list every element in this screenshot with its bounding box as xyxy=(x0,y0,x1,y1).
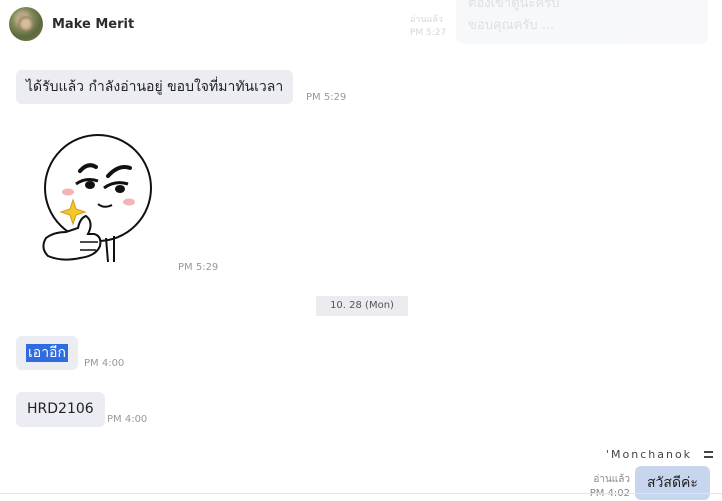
ghost-time: PM 5:27 xyxy=(410,28,447,38)
message-bubble[interactable]: ได้รับแล้ว กำลังอ่านอยู่ ขอบใจที่มาทันเว… xyxy=(16,70,294,104)
read-label: อ่านแล้ว xyxy=(593,474,630,485)
ghost-line-1: ต้องเข้าดูนะครับ xyxy=(468,0,560,11)
contact-name[interactable]: Make Merit xyxy=(52,17,134,32)
thumbs-up-sticker[interactable] xyxy=(36,134,160,266)
outgoing-message-bubble[interactable]: สวัสดีค่ะ xyxy=(635,466,710,500)
ghost-line-2: ขอบคุณครับ ... xyxy=(468,18,555,33)
message-bubble[interactable]: เอาอีก xyxy=(16,336,78,370)
divider xyxy=(0,493,722,494)
outgoing-time: PM 4:02 xyxy=(588,487,630,501)
date-separator: 10. 28 (Mon) xyxy=(316,296,408,316)
message-time: PM 5:29 xyxy=(306,92,347,103)
contact-avatar[interactable] xyxy=(9,7,43,41)
ghost-read-label: อ่านแล้ว xyxy=(410,15,443,25)
message-time: PM 5:29 xyxy=(178,262,219,273)
faded-outgoing-bubble: ต้องเข้าดูนะครับ ขอบคุณครับ ... xyxy=(456,0,708,44)
menu-icon[interactable] xyxy=(704,451,713,460)
message-bubble[interactable]: HRD2106 xyxy=(16,392,105,427)
ghost-message-meta: อ่านแล้ว PM 5:27 xyxy=(410,14,446,40)
selected-text[interactable]: เอาอีก xyxy=(26,344,68,362)
sender-name: 'Monchanok xyxy=(606,448,693,461)
chat-header: Make Merit อ่านแล้ว PM 5:27 ต้องเข้าดูนะ… xyxy=(0,0,722,50)
message-time: PM 4:00 xyxy=(107,414,148,425)
message-time: PM 4:00 xyxy=(84,358,125,369)
read-receipt: อ่านแล้ว PM 4:02 xyxy=(588,473,630,501)
